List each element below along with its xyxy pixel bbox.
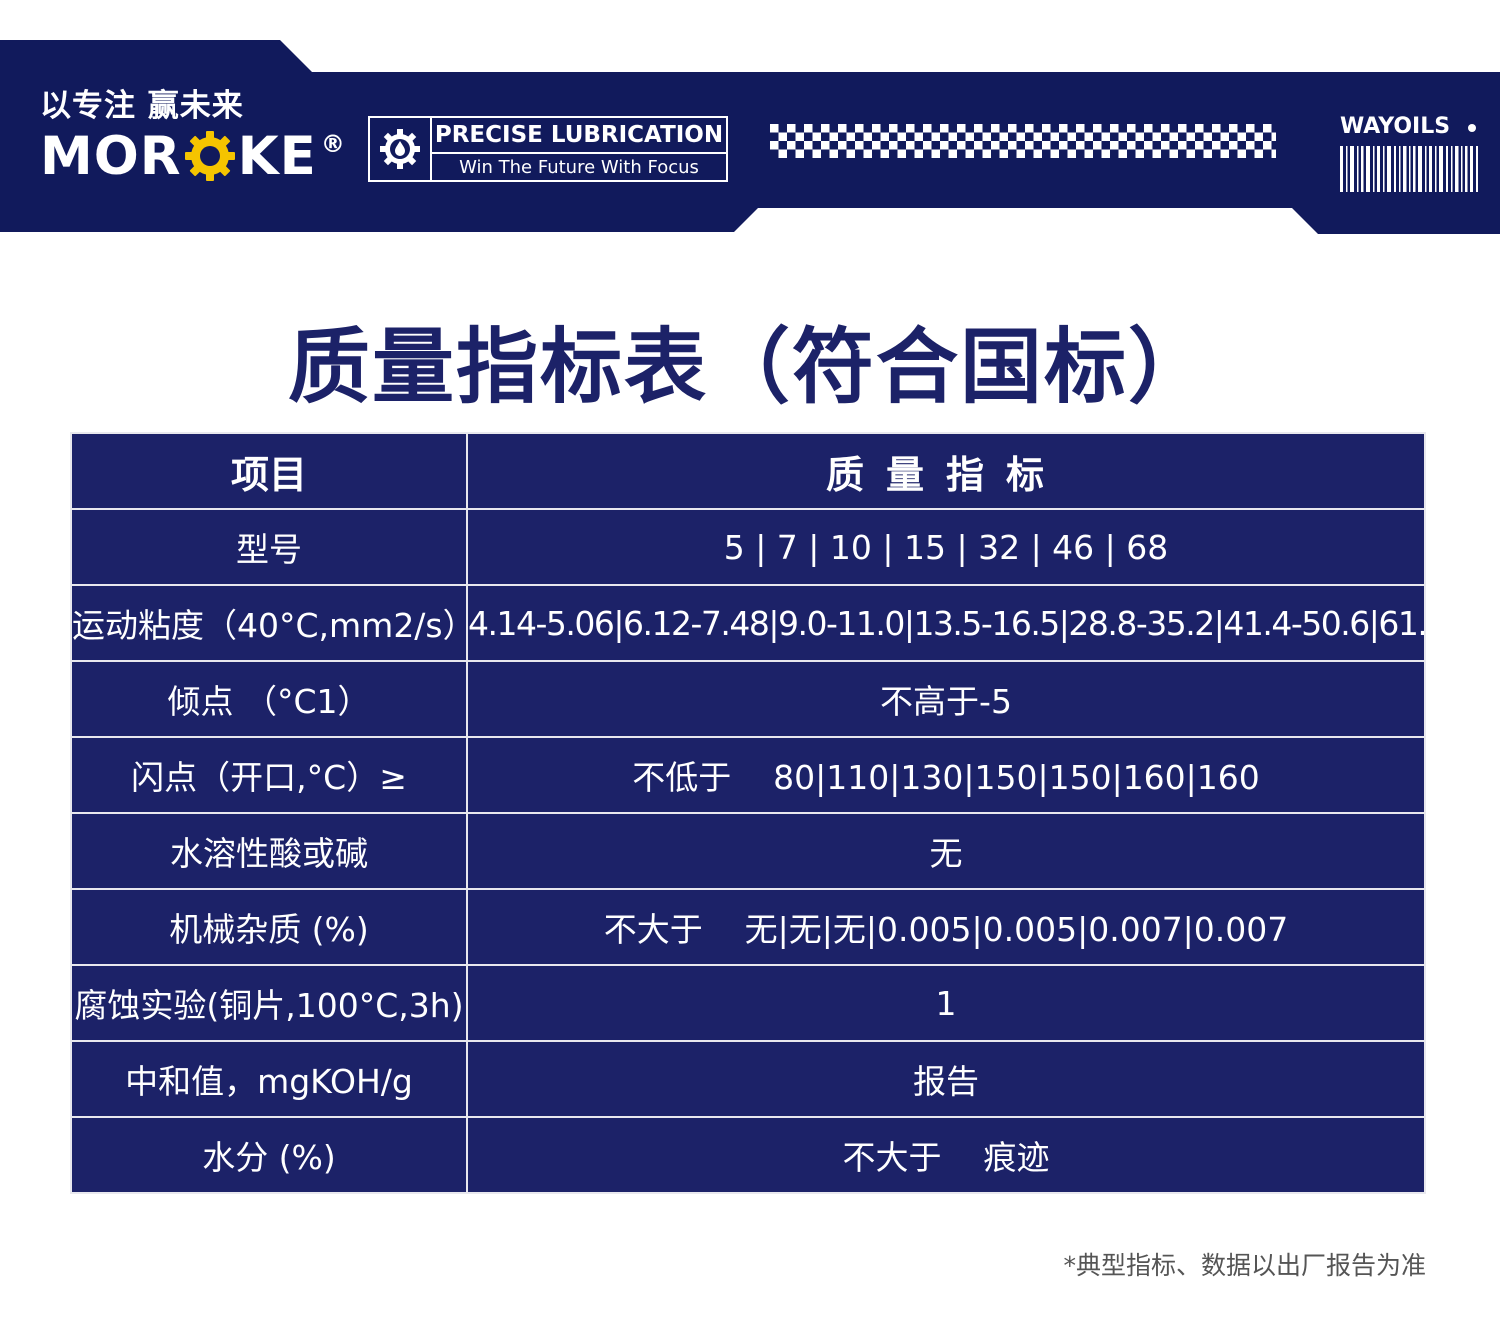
footnote: *典型指标、数据以出厂报告为准 (1063, 1251, 1426, 1280)
header-item: 项目 (70, 432, 468, 510)
row-item: 机械杂质 (%) (70, 888, 468, 966)
row-item: 水溶性酸或碱 (70, 812, 468, 890)
table-row: 运动粘度（40°C,mm2/s） 4.14-5.06|6.12-7.48|9.0… (70, 584, 1426, 662)
row-value: 无 (466, 812, 1426, 890)
side-brand: WAYOILS (1340, 114, 1451, 139)
row-item: 运动粘度（40°C,mm2/s） (70, 584, 468, 662)
quality-spec-table: 项目 质量指标 型号 5 | 7 | 10 | 15 | 32 | 46 | 6… (70, 432, 1426, 1194)
row-item: 倾点 （°C1） (70, 660, 468, 738)
page-title: 质量指标表（符合国标） (287, 320, 1212, 415)
registered-mark: ® (320, 130, 346, 158)
table-row: 倾点 （°C1） 不高于-5 (70, 660, 1426, 738)
dot-icon (1468, 124, 1476, 132)
table-row: 机械杂质 (%) 不大于 无|无|无|0.005|0.005|0.007|0.0… (70, 888, 1426, 966)
row-item: 腐蚀实验(铜片,100°C,3h) (70, 964, 468, 1042)
row-value: 报告 (466, 1040, 1426, 1118)
brand-logo: MOR KE ® (40, 125, 346, 187)
row-value: 不高于-5 (466, 660, 1426, 738)
tag-title: PRECISE LUBRICATION (432, 118, 726, 154)
row-item: 水分 (%) (70, 1116, 468, 1194)
barcode-icon (1340, 146, 1478, 192)
table-row: 中和值，mgKOH/g 报告 (70, 1040, 1426, 1118)
row-item: 中和值，mgKOH/g (70, 1040, 468, 1118)
checkered-stripe (770, 124, 1276, 158)
row-value: 4.14-5.06|6.12-7.48|9.0-11.0|13.5-16.5|2… (466, 584, 1426, 662)
header-quality-index: 质量指标 (466, 432, 1426, 510)
row-item: 闪点（开口,°C）≥ (70, 736, 468, 814)
gear-drop-icon (370, 118, 432, 180)
gear-icon (184, 131, 235, 181)
brand-slogan: 以专注 赢未来 (40, 88, 244, 124)
brand-logo-suffix: KE (237, 125, 317, 187)
row-item: 型号 (70, 508, 468, 586)
table-row: 型号 5 | 7 | 10 | 15 | 32 | 46 | 68 (70, 508, 1426, 586)
table-row: 闪点（开口,°C）≥ 不低于 80|110|130|150|150|160|16… (70, 736, 1426, 814)
precise-lubrication-badge: PRECISE LUBRICATION Win The Future With … (368, 116, 728, 182)
row-value: 不大于 痕迹 (466, 1116, 1426, 1194)
table-header-row: 项目 质量指标 (70, 432, 1426, 510)
row-value: 不大于 无|无|无|0.005|0.005|0.007|0.007 (466, 888, 1426, 966)
row-value: 1 (466, 964, 1426, 1042)
tag-subtitle: Win The Future With Focus (459, 157, 699, 178)
row-value: 5 | 7 | 10 | 15 | 32 | 46 | 68 (466, 508, 1426, 586)
table-row: 水溶性酸或碱 无 (70, 812, 1426, 890)
table-row: 水分 (%) 不大于 痕迹 (70, 1116, 1426, 1194)
brand-logo-prefix: MOR (40, 125, 182, 187)
table-row: 腐蚀实验(铜片,100°C,3h) 1 (70, 964, 1426, 1042)
row-value: 不低于 80|110|130|150|150|160|160 (466, 736, 1426, 814)
